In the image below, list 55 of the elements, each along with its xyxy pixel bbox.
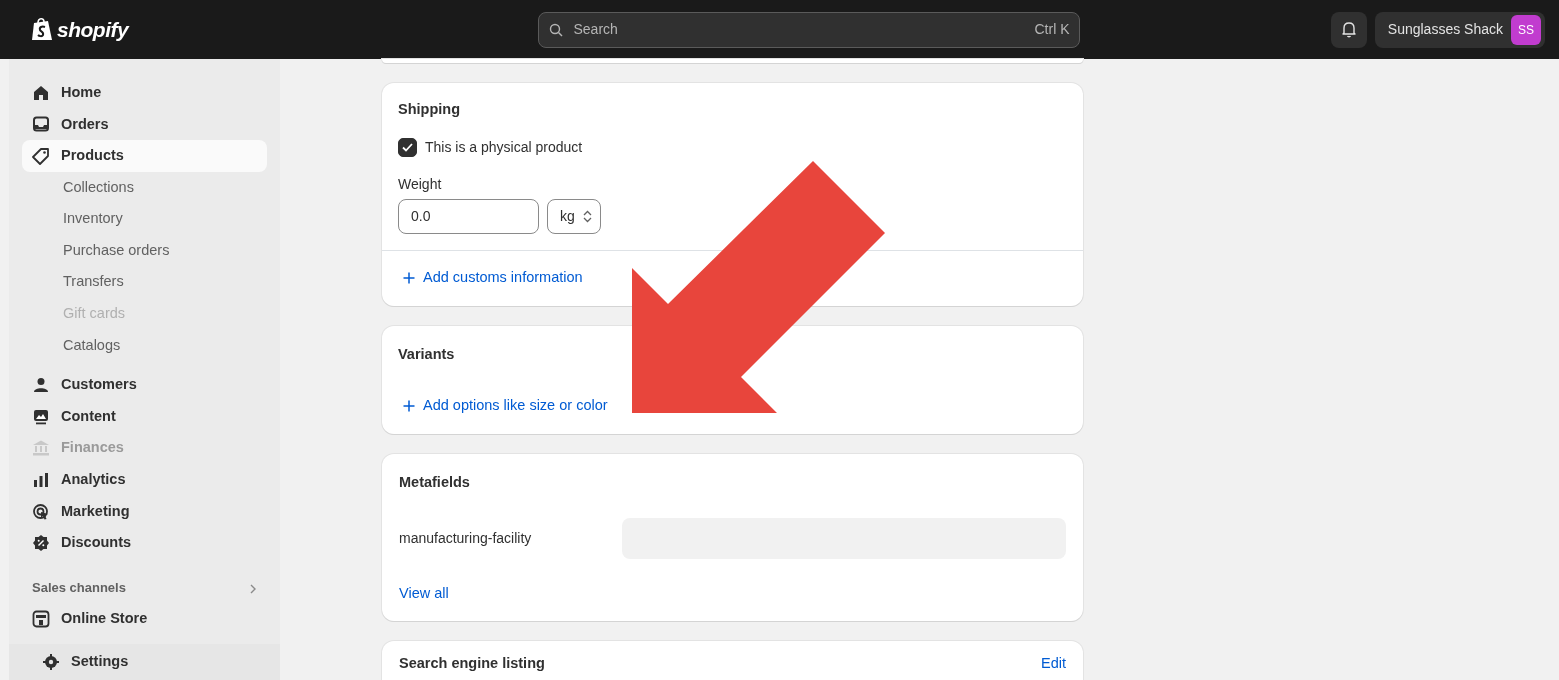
search-input[interactable]: Search <box>571 18 1027 41</box>
up-down-chevron-icon <box>582 209 592 223</box>
logo-text: shopify <box>57 16 129 43</box>
card-title: Search engine listing <box>399 653 545 673</box>
nav-item[interactable]: Analytics <box>22 464 267 496</box>
person-icon <box>32 376 50 395</box>
avatar: SS <box>1511 14 1541 45</box>
nav-item[interactable]: Home <box>22 77 267 109</box>
nav-subitem[interactable]: Collections <box>22 171 267 204</box>
search-icon <box>549 22 564 37</box>
nav-item[interactable]: Customers <box>22 369 267 401</box>
field-label: manufacturing-facility <box>399 529 533 548</box>
add-link[interactable]: Add customs information <box>403 266 583 289</box>
nav-item[interactable]: Online Store <box>22 602 267 635</box>
view-all-link[interactable]: View all <box>399 585 449 601</box>
home-icon <box>32 83 50 102</box>
image-icon <box>32 407 50 426</box>
weight-input[interactable]: 0.0 <box>398 198 539 234</box>
checkmark-icon <box>402 142 413 152</box>
nav-subitem[interactable]: Transfers <box>22 266 267 299</box>
field-label: Weight <box>398 174 443 194</box>
target-icon <box>32 502 50 521</box>
inbox-icon <box>32 115 50 134</box>
edit-link[interactable]: Edit <box>1041 652 1066 675</box>
shopping-bag-icon <box>31 17 53 42</box>
nav-subitem[interactable]: Catalogs <box>22 329 267 362</box>
card-title: Shipping <box>398 100 461 119</box>
store-menu-button[interactable]: Sunglasses Shack SS <box>1374 11 1545 48</box>
badge-icon <box>32 534 50 553</box>
card-title: Variants <box>398 344 456 364</box>
add-link[interactable]: Add options like size or color <box>403 395 608 418</box>
nav-item[interactable]: Orders <box>22 108 267 141</box>
unit-select[interactable]: kg <box>547 198 601 234</box>
bar-chart-icon <box>32 470 50 489</box>
bell-icon <box>1340 21 1357 38</box>
chevron-right-icon[interactable] <box>249 582 257 595</box>
plus-icon <box>403 400 415 413</box>
nav-item[interactable]: Content <box>22 400 267 433</box>
nav-item[interactable]: Products <box>22 140 267 172</box>
card-title: Metafields <box>399 473 471 493</box>
notifications-button[interactable] <box>1330 11 1367 48</box>
checkbox-label: This is a physical product <box>425 137 583 157</box>
nav-subitem[interactable]: Purchase orders <box>22 234 267 267</box>
nav-item[interactable]: Marketing <box>22 495 267 528</box>
nav-subitem[interactable]: Inventory <box>22 203 267 235</box>
checkbox[interactable] <box>398 137 417 157</box>
search-field[interactable]: Search Ctrl K <box>538 11 1081 48</box>
tag-icon <box>32 147 50 165</box>
section-heading: Sales channels <box>32 579 126 598</box>
nav-item[interactable]: Discounts <box>22 527 267 559</box>
shortcut-hint: Ctrl K <box>1034 20 1070 39</box>
gear-icon <box>42 653 60 672</box>
plus-icon <box>403 271 415 284</box>
storefront-icon <box>32 609 50 628</box>
bank-icon <box>32 439 50 458</box>
